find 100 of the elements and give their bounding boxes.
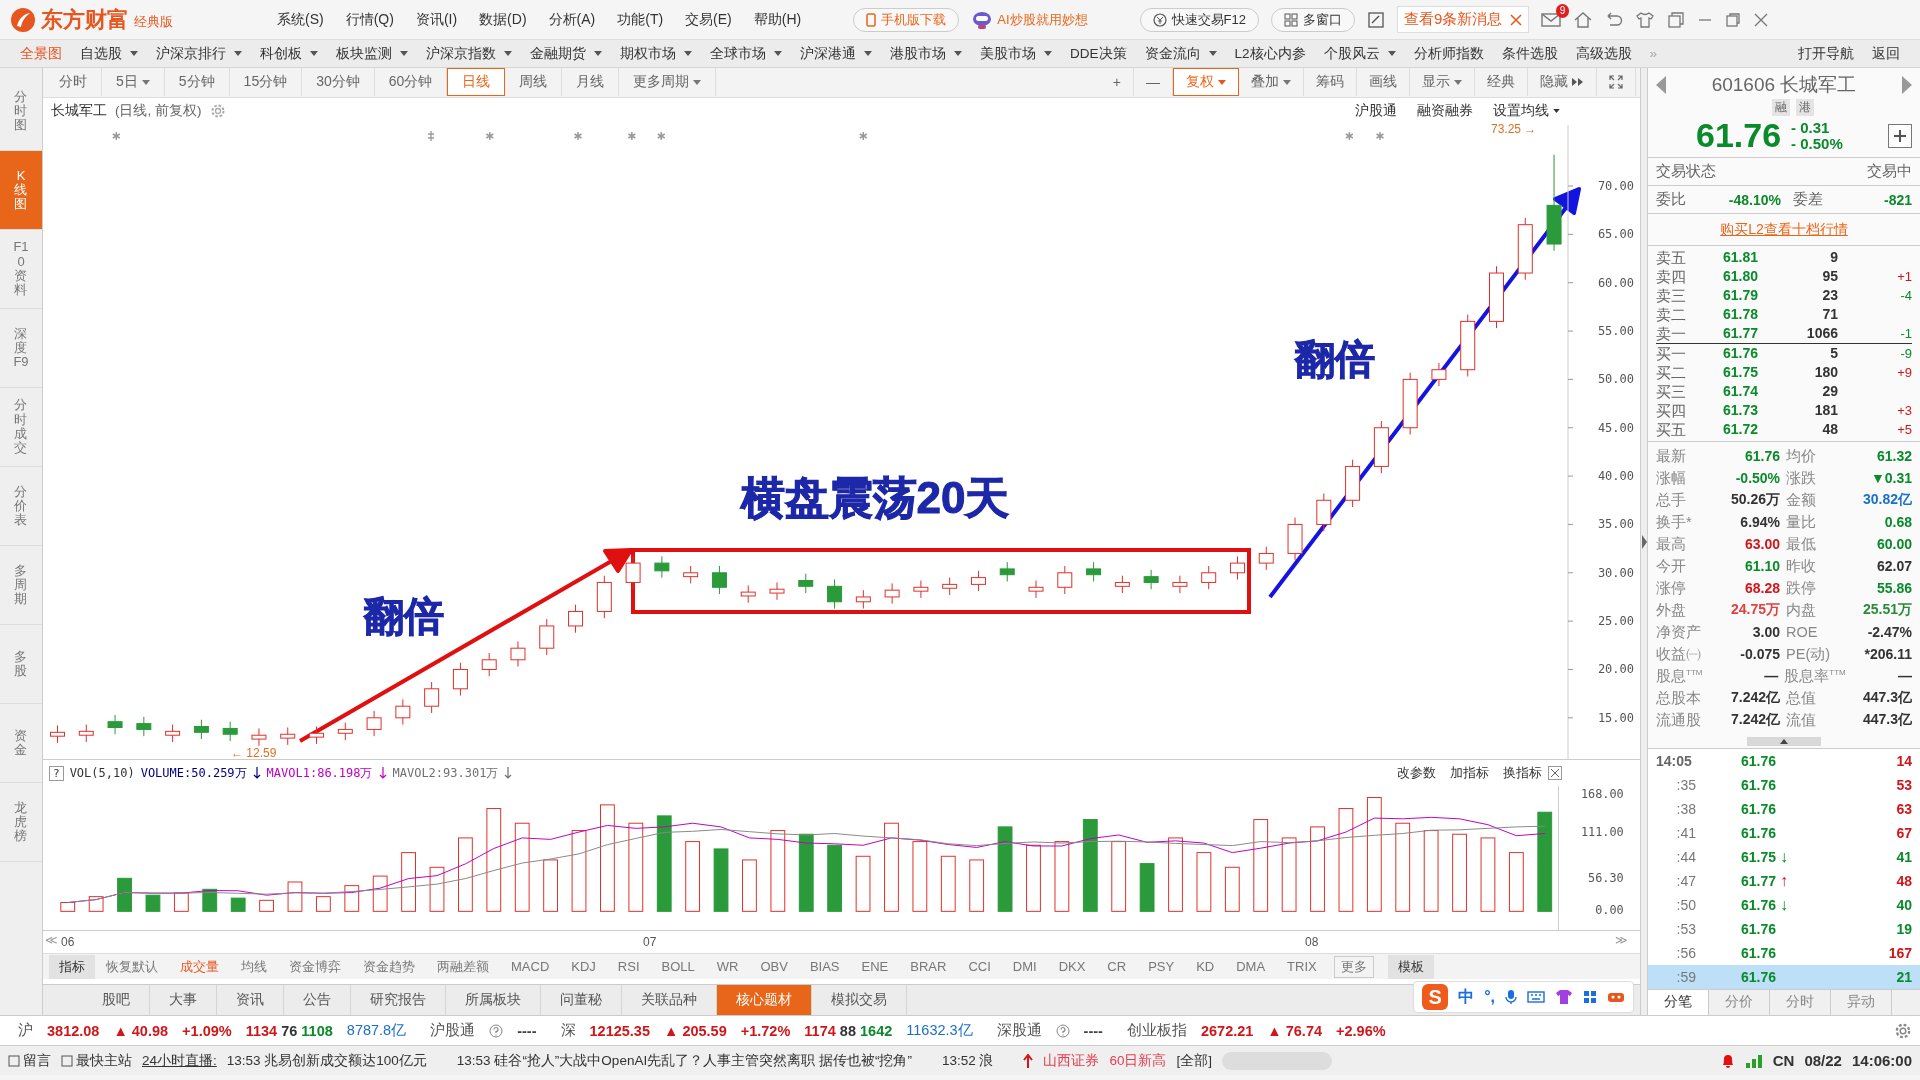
nav-item[interactable]: 沪深港通 <box>800 44 872 63</box>
l2-quote-link[interactable]: 购买L2查看十档行情 <box>1720 220 1848 239</box>
server-button[interactable]: 最快主站 <box>61 1051 132 1070</box>
side-tab[interactable]: 多周期 <box>0 546 42 625</box>
home-icon[interactable] <box>1573 10 1594 29</box>
nav-item[interactable]: 期权市场 <box>620 44 692 63</box>
indicator-tab[interactable]: DKX <box>1047 959 1097 975</box>
shirt-icon[interactable] <box>1555 989 1573 1006</box>
chart-tool-button[interactable]: 隐藏 <box>1528 68 1597 97</box>
tick-row[interactable]: :35 61.76 53 <box>1648 772 1920 797</box>
chart-link[interactable]: 沪股通 <box>1355 102 1397 121</box>
period-tab[interactable]: 日线 <box>447 68 506 97</box>
nav-item[interactable]: 科创板 <box>260 44 318 63</box>
menu-item[interactable]: 功能(T) <box>617 10 664 29</box>
scroll-left-button[interactable]: ≪ <box>45 933 58 947</box>
menu-item[interactable]: 分析(A) <box>548 10 596 29</box>
nav-item[interactable]: 分析师指数 <box>1413 44 1484 63</box>
indicator-tab[interactable]: DMI <box>1001 959 1048 975</box>
alert-text[interactable]: 60日新高 <box>1109 1051 1167 1070</box>
all-alerts-link[interactable]: [全部] <box>1176 1051 1212 1070</box>
more-button[interactable]: 更多 <box>1333 955 1374 978</box>
indicator-tab[interactable]: DMA <box>1225 959 1277 975</box>
alert-broker[interactable]: 山西证券 <box>1043 1051 1100 1070</box>
keyboard-icon[interactable] <box>1527 990 1545 1005</box>
message-text[interactable]: 查看9条新消息 <box>1403 10 1503 29</box>
side-tab[interactable]: K线图 <box>0 151 42 230</box>
scroll-right-button[interactable]: ≫ <box>1615 933 1628 947</box>
menu-item[interactable]: 行情(Q) <box>345 10 394 29</box>
ime-punctuation[interactable]: °, <box>1484 988 1495 1007</box>
indicator-tab[interactable]: 资金趋势 <box>352 957 426 976</box>
add-button[interactable] <box>1888 123 1912 148</box>
template-button[interactable]: 模板 <box>1387 954 1434 979</box>
menu-item[interactable]: 资讯(I) <box>415 10 458 29</box>
indicator-tab[interactable]: OBV <box>749 959 799 975</box>
collapse-handle[interactable] <box>1747 737 1821 747</box>
period-tab[interactable]: 5分钟 <box>164 68 230 97</box>
ime-mode[interactable]: 中 <box>1458 986 1475 1008</box>
nav-item[interactable]: 全景图 <box>20 44 62 63</box>
period-tab[interactable]: 更多周期 <box>619 68 717 97</box>
indicator-tab[interactable]: MACD <box>500 959 561 975</box>
close-icon[interactable] <box>1548 766 1562 781</box>
tick-row[interactable]: :38 61.76 63 <box>1648 796 1920 821</box>
news-ticker-item[interactable]: 13:53 兆易创新成交额达100亿元 <box>226 1051 427 1070</box>
chart-tool-button[interactable]: 筹码 <box>1304 68 1357 97</box>
chart-tool-button[interactable]: 复权 <box>1173 68 1239 97</box>
period-tab[interactable]: 周线 <box>505 68 563 97</box>
nav-item[interactable]: L2核心内参 <box>1234 44 1306 63</box>
indicator-tab[interactable]: 两融差额 <box>426 957 500 976</box>
help-icon[interactable] <box>489 1023 504 1038</box>
chart-link[interactable]: 设置均线 <box>1493 102 1560 121</box>
indicator-action[interactable]: 加指标 <box>1450 764 1489 783</box>
nav-link[interactable]: 打开导航 <box>1798 44 1854 63</box>
tick-row[interactable]: :47 61.77 ↑ 48 <box>1648 868 1920 893</box>
chart-tool-button[interactable]: 经典 <box>1475 68 1528 97</box>
nav-link[interactable]: 返回 <box>1872 44 1900 63</box>
period-tab[interactable]: 5日 <box>102 68 165 97</box>
next-stock-icon[interactable] <box>1902 76 1912 94</box>
indicator-action[interactable]: 换指标 <box>1503 764 1542 783</box>
settings-icon[interactable] <box>1894 1021 1912 1040</box>
nav-item[interactable]: 板块监测 <box>336 44 408 63</box>
message-notice[interactable]: 查看9条新消息 <box>1396 6 1530 33</box>
nav-item[interactable]: 港股市场 <box>890 44 962 63</box>
indicator-tab[interactable]: RSI <box>606 959 651 975</box>
info-tab[interactable]: 核心题材 <box>717 985 812 1015</box>
indicator-tab[interactable]: PSY <box>1137 959 1186 975</box>
side-tab[interactable]: 分时成交 <box>0 388 42 467</box>
tick-row[interactable]: :44 61.75 ↓ 41 <box>1648 844 1920 869</box>
indicator-tab[interactable]: BOLL <box>650 959 706 975</box>
nav-item[interactable]: 沪深京排行 <box>156 44 242 63</box>
live-news-link[interactable]: 24小时直播: <box>142 1051 217 1070</box>
indicator-tab[interactable]: 恢复默认 <box>95 957 169 976</box>
period-tab[interactable]: 分时 <box>45 68 102 97</box>
indicator-tab[interactable]: KDJ <box>560 959 607 975</box>
mail-icon[interactable] <box>1541 11 1562 28</box>
nav-item[interactable]: DDE决策 <box>1070 44 1127 63</box>
nav-item[interactable]: 条件选股 <box>1501 44 1558 63</box>
bell-icon[interactable] <box>1720 1052 1735 1069</box>
menu-item[interactable]: 数据(D) <box>479 10 527 29</box>
side-tab[interactable]: 资金 <box>0 704 42 783</box>
menu-item[interactable]: 系统(S) <box>277 10 324 29</box>
nav-item[interactable]: 高级选股 <box>1575 44 1632 63</box>
tick-row[interactable]: :59 61.76 21 <box>1648 964 1920 989</box>
tick-row[interactable]: 14:05 61.76 14 <box>1648 748 1920 773</box>
news-ticker-item[interactable]: 13:53 硅谷“抢人”大战中OpenAI先乱了？人事主管突然离职 据传也被“挖角” <box>456 1051 912 1070</box>
indicator-tab[interactable]: KD <box>1185 959 1226 975</box>
indicator-tab[interactable]: 均线 <box>230 957 278 976</box>
undo-icon[interactable] <box>1605 10 1624 29</box>
side-tab[interactable]: 深度F9 <box>0 309 42 388</box>
detail-tab[interactable]: 分笔 <box>1648 989 1709 1015</box>
settings-icon[interactable] <box>209 103 226 120</box>
period-tab[interactable]: 月线 <box>562 68 620 97</box>
chart-link[interactable]: 融资融券 <box>1417 102 1473 121</box>
indicator-tab[interactable]: BIAS <box>798 959 851 975</box>
tick-row[interactable]: :53 61.76 19 <box>1648 916 1920 941</box>
nav-item[interactable]: 自选股 <box>80 44 138 63</box>
nav-item[interactable]: 全球市场 <box>710 44 782 63</box>
previous-stock-icon[interactable] <box>1656 76 1666 94</box>
indicator-tab[interactable]: 成交量 <box>169 957 230 976</box>
tick-row[interactable]: :41 61.76 67 <box>1648 820 1920 845</box>
ime-logo[interactable]: S <box>1422 984 1449 1011</box>
